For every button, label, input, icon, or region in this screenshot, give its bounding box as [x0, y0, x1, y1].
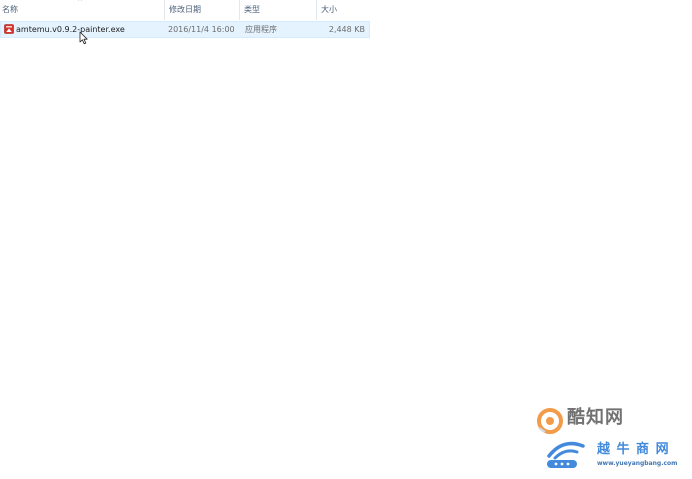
exe-app-icon	[4, 24, 14, 34]
file-type: 应用程序	[245, 25, 277, 34]
mouse-cursor-icon	[79, 31, 88, 45]
column-header-name[interactable]: 名称	[0, 0, 164, 20]
column-header-date-modified[interactable]: 修改日期	[164, 0, 239, 20]
column-header-type[interactable]: 类型	[239, 0, 316, 20]
yueniu-logo-icon	[547, 441, 585, 468]
kuzhi-logo-icon	[537, 408, 563, 434]
column-header-size[interactable]: 大小	[316, 0, 370, 20]
file-explorer-window: ^ 名称 修改日期 类型 大小 amtemu.v0.9.2-painter.ex…	[0, 0, 692, 479]
file-row[interactable]: amtemu.v0.9.2-painter.exe 2016/11/4 16:0…	[0, 21, 370, 38]
watermark-brand-2: 越 牛 商 网	[597, 442, 670, 457]
watermark-brand-1: 酷知网	[567, 407, 624, 428]
file-size: 2,448 KB	[328, 25, 365, 34]
watermark: 酷知网 越 牛 商 网 www.yueyangbang.com	[505, 400, 691, 476]
column-header-row: ^ 名称 修改日期 类型 大小	[0, 0, 370, 20]
file-name: amtemu.v0.9.2-painter.exe	[16, 25, 125, 34]
file-date-modified: 2016/11/4 16:00	[168, 25, 235, 34]
watermark-url: www.yueyangbang.com	[597, 460, 678, 467]
